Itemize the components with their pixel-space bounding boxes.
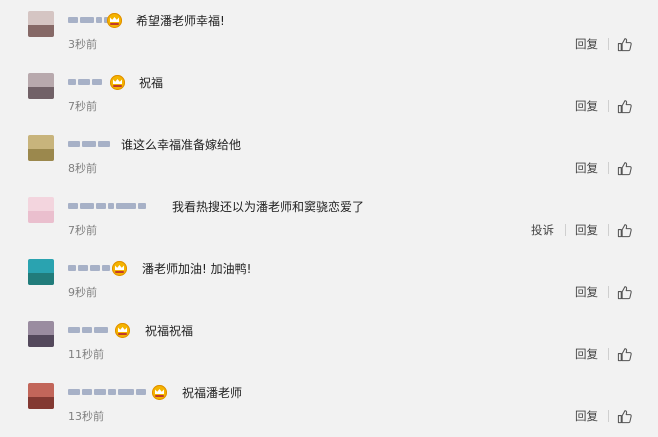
comment-time: 8秒前 (68, 162, 97, 175)
username-redacted[interactable] (68, 388, 146, 396)
reply-button[interactable]: 回复 (575, 161, 598, 175)
comment-item: 祝福潘老师 13秒前 回复 (0, 372, 658, 434)
comment-feed: 希望潘老师幸福! 3秒前 回复 祝福 7秒前 回复 谁这么幸福准备嫁给他 8秒前… (0, 0, 658, 437)
username-redacted[interactable] (68, 202, 146, 210)
username-redacted[interactable] (68, 78, 102, 86)
divider (608, 100, 609, 112)
comment-item: 祝福祝福 11秒前 回复 (0, 310, 658, 372)
thumbs-up-icon[interactable] (617, 409, 632, 424)
crown-badge-icon (112, 261, 127, 276)
comment-text: 我看热搜还以为潘老师和窦骁恋爱了 (172, 200, 365, 214)
username-redacted[interactable] (68, 326, 108, 334)
comment-item: 祝福 7秒前 回复 (0, 62, 658, 124)
reply-button[interactable]: 回复 (575, 347, 598, 361)
reply-button[interactable]: 回复 (575, 99, 598, 113)
divider (608, 410, 609, 422)
comment-text: 祝福潘老师 (182, 386, 243, 400)
comment-text: 祝福祝福 (145, 324, 194, 338)
comment-item: 我看热搜还以为潘老师和窦骁恋爱了 7秒前 投诉 回复 (0, 186, 658, 248)
avatar[interactable] (28, 259, 54, 285)
avatar[interactable] (28, 11, 54, 37)
crown-badge-icon (115, 323, 130, 338)
divider (608, 224, 609, 236)
username-redacted[interactable] (68, 264, 110, 272)
thumbs-up-icon[interactable] (617, 99, 632, 114)
username-redacted[interactable] (68, 140, 110, 148)
avatar[interactable] (28, 197, 54, 223)
comment-time: 13秒前 (68, 410, 104, 423)
crown-badge-icon (107, 13, 122, 28)
thumbs-up-icon[interactable] (617, 37, 632, 52)
thumbs-up-icon[interactable] (617, 285, 632, 300)
reply-button[interactable]: 回复 (575, 285, 598, 299)
comment-item: 谁这么幸福准备嫁给他 8秒前 回复 (0, 124, 658, 186)
divider (565, 224, 566, 236)
comment-text: 潘老师加油! 加油鸭! (142, 262, 252, 276)
divider (608, 348, 609, 360)
comment-item: 希望潘老师幸福! 3秒前 回复 (0, 0, 658, 62)
divider (608, 162, 609, 174)
comment-text: 谁这么幸福准备嫁给他 (121, 138, 242, 152)
reply-button[interactable]: 回复 (575, 223, 598, 237)
thumbs-up-icon[interactable] (617, 347, 632, 362)
comment-time: 7秒前 (68, 224, 97, 237)
comment-text: 希望潘老师幸福! (136, 14, 225, 28)
avatar[interactable] (28, 73, 54, 99)
comment-time: 3秒前 (68, 38, 97, 51)
crown-badge-icon (152, 385, 167, 400)
divider (608, 286, 609, 298)
avatar[interactable] (28, 383, 54, 409)
thumbs-up-icon[interactable] (617, 223, 632, 238)
avatar[interactable] (28, 135, 54, 161)
comment-time: 7秒前 (68, 100, 97, 113)
reply-button[interactable]: 回复 (575, 37, 598, 51)
reply-button[interactable]: 回复 (575, 409, 598, 423)
report-button[interactable]: 投诉 (531, 223, 554, 237)
comment-text: 祝福 (139, 76, 164, 90)
crown-badge-icon (110, 75, 125, 90)
avatar[interactable] (28, 321, 54, 347)
comment-item: 潘老师加油! 加油鸭! 9秒前 回复 (0, 248, 658, 310)
thumbs-up-icon[interactable] (617, 161, 632, 176)
comment-time: 11秒前 (68, 348, 104, 361)
divider (608, 38, 609, 50)
comment-time: 9秒前 (68, 286, 97, 299)
